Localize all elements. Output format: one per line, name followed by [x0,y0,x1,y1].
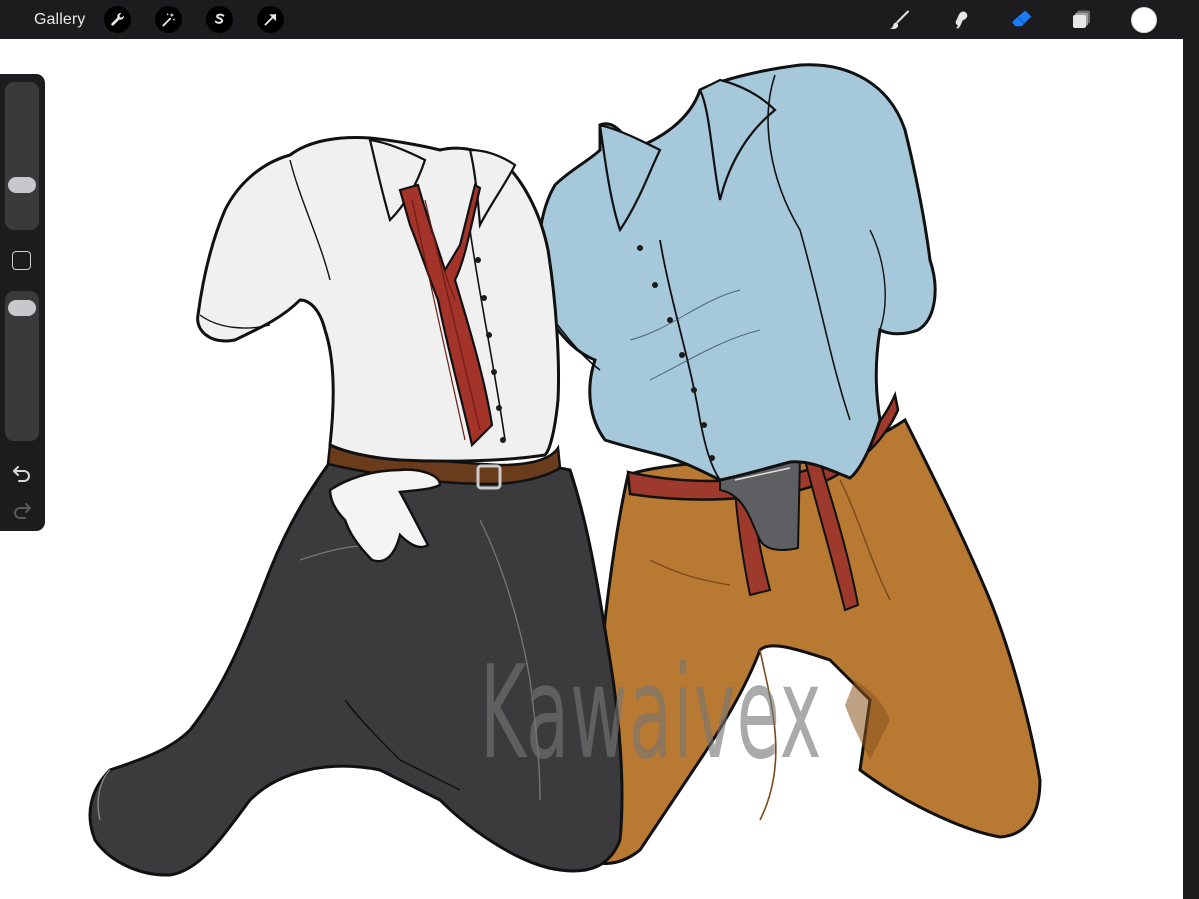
artwork-illustration [88,63,1042,877]
brush-size-thumb[interactable] [8,176,36,193]
eraser-tool-button[interactable] [1007,6,1035,34]
color-picker-button[interactable] [1131,7,1157,33]
selection-s-icon [214,13,225,24]
transform-button[interactable] [257,6,284,33]
left-sidebar [0,74,45,531]
brush-size-slider[interactable] [5,82,39,230]
selection-button[interactable] [206,6,233,33]
modify-button[interactable] [12,251,31,270]
opacity-thumb[interactable] [8,300,36,317]
brush-tool-button[interactable] [885,6,913,34]
redo-icon[interactable] [11,498,33,520]
left-figure [88,136,624,877]
top-toolbar: Gallery [0,0,1199,39]
transform-arrow-icon [264,13,277,26]
layers-button[interactable] [1068,6,1096,34]
gallery-button[interactable]: Gallery [34,10,85,29]
opacity-slider[interactable] [5,291,39,441]
layers-icon [1073,10,1090,28]
undo-icon[interactable] [11,461,33,483]
smudge-icon [955,11,968,29]
actions-button[interactable] [104,6,131,33]
smudge-tool-button[interactable] [946,6,974,34]
wrench-icon [111,13,124,26]
drawing-canvas[interactable]: Kawaivex [0,39,1183,899]
magic-wand-icon [162,12,175,27]
eraser-icon [1012,10,1032,27]
right-edge-panel [1183,39,1199,899]
brush-icon [890,10,909,30]
adjustments-button[interactable] [155,6,182,33]
